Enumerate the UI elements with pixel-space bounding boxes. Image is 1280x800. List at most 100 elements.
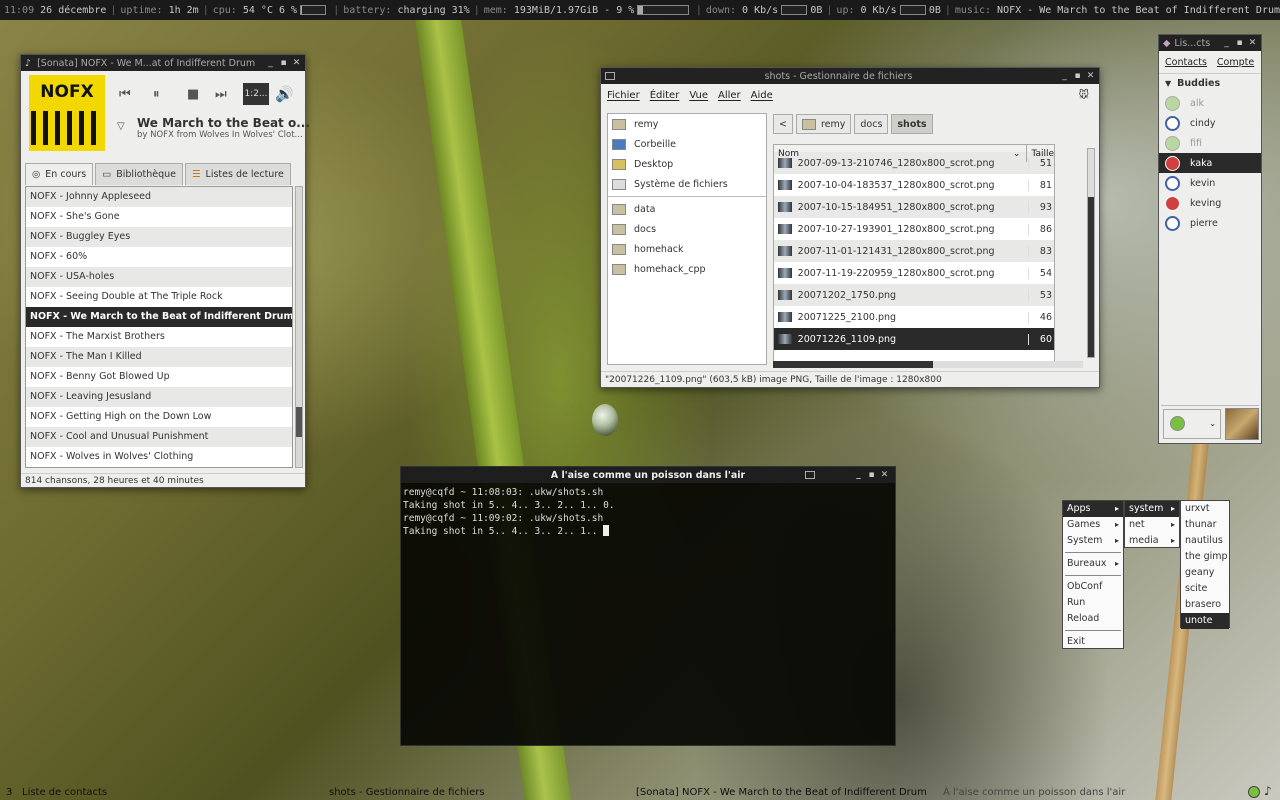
playlist-scrollbar[interactable]: [295, 186, 303, 468]
menu-go[interactable]: Aller: [718, 90, 741, 101]
playlist-row[interactable]: NOFX - Getting High on the Down Low: [26, 407, 292, 427]
terminal-titlebar[interactable]: À l'aise comme un poisson dans l'air _ ▪…: [401, 467, 895, 483]
playlist-row[interactable]: NOFX - Buggley Eyes: [26, 227, 292, 247]
menu-item-app[interactable]: the gimp: [1181, 549, 1229, 565]
menu-view[interactable]: Vue: [689, 90, 708, 101]
file-row[interactable]: 2007-10-27-193901_1280x800_scrot.png 86: [774, 218, 1054, 240]
place-filesystem[interactable]: Système de fichiers: [608, 174, 766, 194]
playlist-row[interactable]: NOFX - USA-holes: [26, 267, 292, 287]
group-buddies[interactable]: ▼ Buddies: [1159, 73, 1261, 93]
file-list-hscrollbar[interactable]: [773, 361, 1083, 368]
close-icon[interactable]: ✕: [1248, 38, 1257, 48]
buddy-row[interactable]: kaka: [1159, 153, 1261, 173]
menu-item-run[interactable]: Run: [1063, 595, 1123, 611]
bookmark-homehack-cpp[interactable]: homehack_cpp: [608, 259, 766, 279]
tab-playlists[interactable]: ☰ Listes de lecture: [185, 163, 291, 185]
expander-arrow-icon[interactable]: ▽: [117, 121, 125, 132]
task-sonata[interactable]: [Sonata] NOFX - We March to the Beat of …: [636, 787, 927, 798]
playlist-row[interactable]: NOFX - Leaving Jesusland: [26, 387, 292, 407]
playlist-row[interactable]: NOFX - Seeing Double at The Triple Rock: [26, 287, 292, 307]
menu-item-app[interactable]: nautilus: [1181, 533, 1229, 549]
buddy-row[interactable]: keving: [1159, 193, 1261, 213]
buddy-icon-avatar[interactable]: [1225, 407, 1259, 440]
playlist-row[interactable]: NOFX - Wolves in Wolves' Clothing: [26, 447, 292, 467]
task-terminal[interactable]: À l'aise comme un poisson dans l'air: [943, 787, 1125, 798]
maximize-icon[interactable]: ▪: [279, 58, 288, 68]
bookmark-docs[interactable]: docs: [608, 219, 766, 239]
minimize-icon[interactable]: _: [1222, 38, 1231, 48]
tab-now-playing[interactable]: ◎ En cours: [25, 163, 94, 185]
menu-item-system[interactable]: System ▸: [1063, 533, 1123, 549]
menu-file[interactable]: Fichier: [607, 90, 640, 101]
file-row[interactable]: 2007-10-15-184951_1280x800_scrot.png 93: [774, 196, 1054, 218]
maximize-icon[interactable]: ▪: [867, 470, 876, 480]
playlist-row[interactable]: NOFX - The Man I Killed: [26, 347, 292, 367]
path-shots[interactable]: shots: [891, 114, 933, 134]
menu-item-app[interactable]: thunar: [1181, 517, 1229, 533]
minimize-icon[interactable]: _: [266, 58, 275, 68]
pidgin-tray-icon[interactable]: [1248, 786, 1260, 798]
path-remy[interactable]: remy: [795, 114, 852, 134]
place-trash[interactable]: Corbeille: [608, 134, 766, 154]
menu-help[interactable]: Aide: [751, 90, 773, 101]
minimize-icon[interactable]: _: [1060, 71, 1069, 81]
contacts-titlebar[interactable]: ◆ Lis...cts _ ▪ ✕: [1159, 35, 1261, 51]
maximize-icon[interactable]: ▪: [1235, 38, 1244, 48]
buddy-row[interactable]: cindy: [1159, 113, 1261, 133]
stop-icon[interactable]: ■: [187, 87, 199, 102]
path-back-button[interactable]: <: [773, 114, 793, 134]
file-manager-titlebar[interactable]: shots - Gestionnaire de fichiers _ ▪ ✕: [601, 68, 1099, 84]
menu-item-obconf[interactable]: ObConf: [1063, 579, 1123, 595]
volume-icon[interactable]: 🔊: [275, 85, 294, 103]
playlist-row[interactable]: NOFX - Johnny Appleseed: [26, 187, 292, 207]
task-contacts[interactable]: Liste de contacts: [22, 787, 107, 798]
status-dropdown[interactable]: ⌄: [1163, 408, 1221, 439]
menu-account[interactable]: Compte: [1217, 57, 1254, 68]
maximize-icon[interactable]: ▪: [1073, 71, 1082, 81]
buddy-row[interactable]: kevin: [1159, 173, 1261, 193]
menu-item-games[interactable]: Games ▸: [1063, 517, 1123, 533]
menu-item-app[interactable]: urxvt: [1181, 501, 1229, 517]
tab-library[interactable]: ▭ Bibliothèque: [95, 163, 184, 185]
menu-item-app[interactable]: geany: [1181, 565, 1229, 581]
menu-item-app[interactable]: scite: [1181, 581, 1229, 597]
terminal-window[interactable]: À l'aise comme un poisson dans l'air _ ▪…: [400, 466, 896, 746]
menu-item-app[interactable]: brasero: [1181, 597, 1229, 613]
desktop-number[interactable]: 3: [6, 787, 12, 798]
place-desktop[interactable]: Desktop: [608, 154, 766, 174]
file-row[interactable]: 20071202_1750.png 53: [774, 284, 1054, 306]
close-icon[interactable]: ✕: [880, 470, 889, 480]
menu-contacts[interactable]: Contacts: [1165, 57, 1207, 68]
menu-item-exit[interactable]: Exit: [1063, 634, 1123, 650]
playlist-row[interactable]: NOFX - She's Gone: [26, 207, 292, 227]
playlist-row[interactable]: NOFX - Benny Got Blowed Up: [26, 367, 292, 387]
minimize-icon[interactable]: _: [854, 470, 863, 480]
bookmark-data[interactable]: data: [608, 199, 766, 219]
previous-track-icon[interactable]: ⏮: [119, 87, 131, 102]
time-display[interactable]: 1:2...: [243, 83, 269, 105]
playlist-row[interactable]: NOFX - 60%: [26, 247, 292, 267]
bookmark-homehack[interactable]: homehack: [608, 239, 766, 259]
file-row[interactable]: 2007-10-04-183537_1280x800_scrot.png 81: [774, 174, 1054, 196]
menu-item-bureaux[interactable]: Bureaux ▸: [1063, 556, 1123, 572]
pause-icon[interactable]: ⏸: [153, 87, 160, 102]
playlist-row[interactable]: NOFX - The Marxist Brothers: [26, 327, 292, 347]
buddy-row[interactable]: fifi: [1159, 133, 1261, 153]
file-row[interactable]: 20071225_2100.png 46: [774, 306, 1054, 328]
file-list-scrollbar[interactable]: [1087, 148, 1095, 358]
close-icon[interactable]: ✕: [292, 58, 301, 68]
buddy-row[interactable]: alk: [1159, 93, 1261, 113]
menu-edit[interactable]: Éditer: [650, 90, 680, 101]
next-track-icon[interactable]: ⏭: [215, 87, 227, 102]
task-file-manager[interactable]: shots - Gestionnaire de fichiers: [329, 787, 485, 798]
file-row[interactable]: 2007-11-01-121431_1280x800_scrot.png 83: [774, 240, 1054, 262]
buddy-row[interactable]: pierre: [1159, 213, 1261, 233]
path-docs[interactable]: docs: [854, 114, 889, 134]
menu-item-net[interactable]: net ▸: [1125, 517, 1179, 533]
menu-item-apps[interactable]: Apps ▸: [1063, 501, 1123, 517]
playlist-row[interactable]: NOFX - Cool and Unusual Punishment: [26, 427, 292, 447]
close-icon[interactable]: ✕: [1086, 71, 1095, 81]
sonata-titlebar[interactable]: ♪ [Sonata] NOFX - We M...at of Indiffere…: [21, 55, 305, 71]
menu-item-media[interactable]: media ▸: [1125, 533, 1179, 549]
playlist-row[interactable]: NOFX - We March to the Beat of Indiffere…: [26, 307, 292, 327]
